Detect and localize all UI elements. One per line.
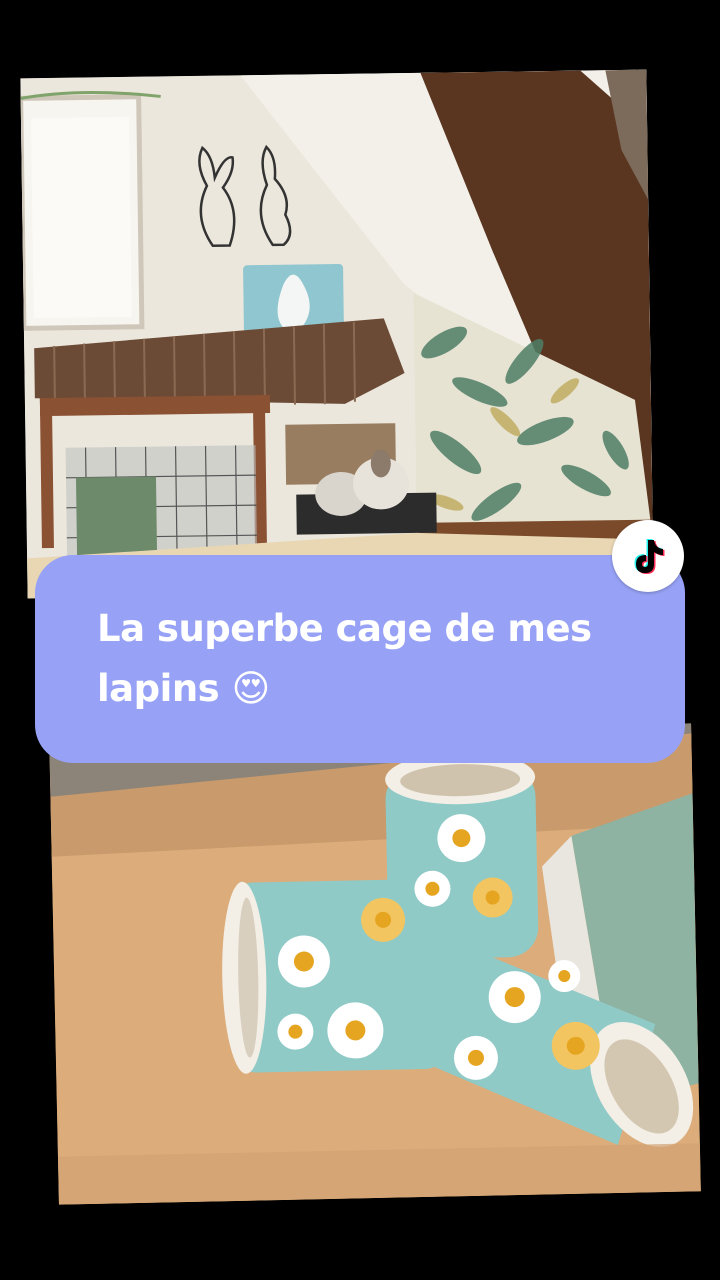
caption-box: La superbe cage de mes lapins 😍 xyxy=(35,555,685,763)
daisy-tunnel-illustration xyxy=(49,723,701,1205)
tiktok-badge[interactable] xyxy=(612,520,684,592)
caption-text: La superbe cage de mes lapins 😍 xyxy=(97,607,592,710)
daisy-tunnel-photo xyxy=(49,723,701,1205)
rabbit-room-photo xyxy=(20,69,654,599)
tiktok-icon xyxy=(634,539,665,574)
rabbit-room-illustration xyxy=(20,69,654,599)
